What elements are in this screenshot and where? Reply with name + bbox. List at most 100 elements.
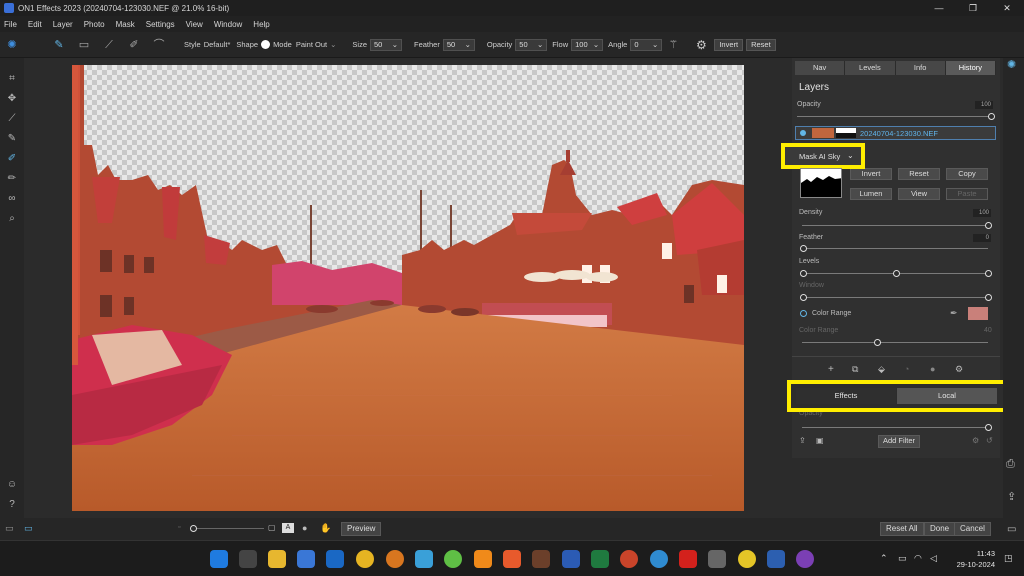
image-canvas[interactable]: [72, 65, 744, 511]
battery-icon[interactable]: ▭: [898, 553, 907, 564]
windows-start-icon[interactable]: [210, 550, 228, 568]
mask-overlay-icon[interactable]: ●: [302, 523, 307, 533]
maximize-button[interactable]: ❐: [956, 0, 990, 16]
store-icon[interactable]: [297, 550, 315, 568]
eyedropper-icon[interactable]: ✒: [950, 308, 958, 319]
share-icon[interactable]: ⇪: [1007, 490, 1016, 503]
zoom-icon[interactable]: ⌕: [5, 212, 19, 226]
close-button[interactable]: ✕: [990, 0, 1024, 16]
tab-levels[interactable]: Levels: [845, 61, 896, 75]
firefox-icon[interactable]: [386, 550, 404, 568]
menu-settings[interactable]: Settings: [146, 20, 175, 29]
tray-date[interactable]: 29-10-2024: [950, 560, 995, 569]
zoom-slider-knob[interactable]: [190, 525, 197, 532]
feather-field[interactable]: 50 ⌄: [442, 38, 475, 51]
zoom-slider[interactable]: [190, 528, 264, 529]
window-right-knob[interactable]: [985, 294, 992, 301]
tray-chevron-icon[interactable]: ⌃: [880, 553, 888, 564]
crop-icon[interactable]: ⌗: [5, 72, 19, 86]
tab-info[interactable]: Info: [895, 61, 946, 75]
file-explorer-icon[interactable]: [268, 550, 286, 568]
app-icon-orange[interactable]: [503, 550, 521, 568]
app-icon-purple[interactable]: [796, 550, 814, 568]
brush-icon[interactable]: ✎: [52, 38, 66, 52]
view-mask-button[interactable]: View: [898, 188, 940, 200]
gear-icon[interactable]: ⚙: [694, 38, 708, 52]
magic-wand-icon[interactable]: ⚚: [666, 38, 680, 52]
effects-opacity-slider[interactable]: [802, 427, 988, 428]
lumen-button[interactable]: Lumen: [850, 188, 892, 200]
add-layer-icon[interactable]: +: [828, 364, 834, 375]
density-value[interactable]: 100: [973, 209, 991, 217]
feather-slider-knob[interactable]: [800, 245, 807, 252]
paint-brush-icon[interactable]: ✏: [5, 172, 19, 186]
single-view-icon[interactable]: ▭: [24, 523, 33, 534]
zoom-out-icon[interactable]: ▫: [178, 524, 180, 531]
menu-view[interactable]: View: [186, 20, 203, 29]
vlc-icon[interactable]: [474, 550, 492, 568]
size-field[interactable]: 50 ⌄: [370, 38, 402, 51]
settings-app-icon[interactable]: [239, 550, 257, 568]
move-icon[interactable]: ✥: [5, 92, 19, 106]
refine-brush-icon[interactable]: ✐: [5, 152, 19, 166]
retouch-icon[interactable]: ∞: [5, 192, 19, 206]
mask-preview-thumbnail[interactable]: [800, 168, 842, 198]
opacity-slider[interactable]: [797, 116, 993, 117]
copy-mask-button[interactable]: Copy: [946, 168, 988, 180]
tray-time[interactable]: 11:43: [950, 549, 995, 558]
cancel-button[interactable]: Cancel: [954, 522, 991, 536]
chisel-icon[interactable]: ⟋: [102, 38, 116, 52]
layer-row[interactable]: 20240704-123030.NEF: [795, 126, 996, 140]
menu-help[interactable]: Help: [253, 20, 269, 29]
lasso-icon[interactable]: ⌒: [152, 38, 166, 52]
volume-icon[interactable]: ◁: [930, 553, 937, 564]
filmstrip-icon[interactable]: ▣: [816, 436, 824, 445]
fill-icon[interactable]: ⬙: [878, 364, 885, 375]
tab-history[interactable]: History: [945, 61, 996, 75]
done-button[interactable]: Done: [924, 522, 956, 536]
settings-sun-icon[interactable]: ✺: [1007, 58, 1016, 71]
excel-icon[interactable]: [591, 550, 609, 568]
tab-effects[interactable]: Effects: [796, 388, 896, 404]
color-swatch[interactable]: [968, 307, 988, 320]
zoom-in-icon[interactable]: ▢: [268, 523, 276, 532]
mask-view-icon[interactable]: A: [282, 523, 294, 533]
notification-icon[interactable]: ◳: [1004, 553, 1013, 564]
on1-effects-icon[interactable]: [767, 550, 785, 568]
invert-button[interactable]: Invert: [714, 38, 744, 51]
refine-brush-icon[interactable]: ✐: [127, 38, 141, 52]
mask-icon[interactable]: ●: [930, 364, 935, 374]
user-icon[interactable]: ☺: [5, 478, 19, 492]
density-slider[interactable]: [802, 225, 988, 226]
angle-field[interactable]: 0 ⌄: [630, 38, 663, 51]
opacity-field[interactable]: 50 ⌄: [515, 38, 548, 51]
import-icon[interactable]: ⇪: [799, 436, 806, 445]
shape-circle-icon[interactable]: [261, 40, 271, 49]
color-range-toggle[interactable]: [800, 310, 807, 317]
mask-ai-sky-dropdown[interactable]: Mask AI Sky ⌄: [781, 143, 865, 169]
app-icon-brown[interactable]: [532, 550, 550, 568]
acrobat-icon[interactable]: [679, 550, 697, 568]
add-filter-button[interactable]: Add Filter: [878, 435, 920, 448]
hand-icon[interactable]: ✋: [320, 523, 331, 534]
color-range-slider[interactable]: [802, 342, 988, 343]
minimize-button[interactable]: —: [922, 0, 956, 16]
filter-settings-icon[interactable]: ⚙: [972, 436, 979, 445]
menu-file[interactable]: File: [4, 20, 17, 29]
reset-mask-button[interactable]: Reset: [898, 168, 940, 180]
app-icon-green[interactable]: [444, 550, 462, 568]
undo-icon[interactable]: ↺: [986, 436, 993, 445]
paste-mask-button[interactable]: Paste: [946, 188, 988, 200]
merge-icon[interactable]: ◔: [904, 364, 909, 374]
menu-edit[interactable]: Edit: [28, 20, 42, 29]
reset-button[interactable]: Reset: [746, 38, 776, 51]
masking-brush-icon[interactable]: ⟋: [5, 112, 19, 126]
word-icon[interactable]: [562, 550, 580, 568]
quick-mask-icon[interactable]: ✎: [5, 132, 19, 146]
opacity-value[interactable]: 100: [975, 101, 993, 109]
help-icon[interactable]: ?: [5, 498, 19, 512]
wifi-icon[interactable]: ◠: [914, 553, 922, 564]
reset-all-button[interactable]: Reset All: [880, 522, 924, 536]
levels-black-knob[interactable]: [800, 270, 807, 277]
style-dropdown[interactable]: Default*: [204, 40, 231, 49]
